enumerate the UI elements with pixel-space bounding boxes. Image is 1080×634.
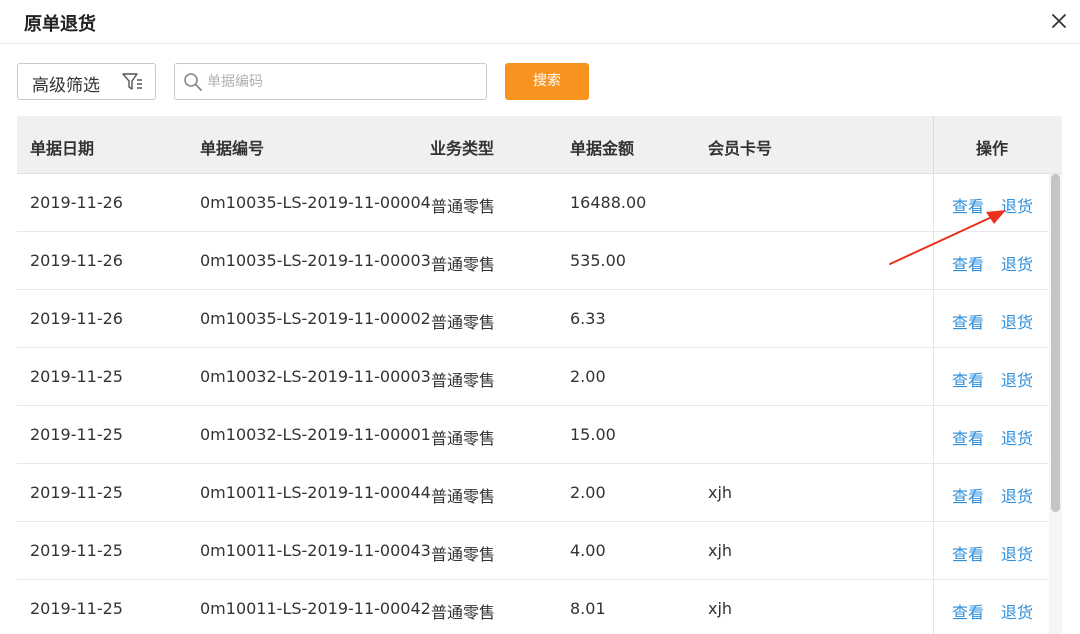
return-link[interactable]: 退货 xyxy=(1001,425,1033,449)
cell-amount: 15.00 xyxy=(570,425,616,444)
cell-number: 0m10032-LS-2019-11-00003 xyxy=(200,367,431,386)
document-code-search-input[interactable] xyxy=(207,66,482,97)
table-header: 单据日期 单据编号 业务类型 单据金额 会员卡号 操作 xyxy=(17,116,1062,174)
view-link[interactable]: 查看 xyxy=(952,483,984,507)
actions-cell: 查看 退货 xyxy=(933,406,1049,464)
view-link[interactable]: 查看 xyxy=(952,599,984,623)
table-row: 2019-11-26 0m10035-LS-2019-11-00003 普通零售… xyxy=(17,232,1049,290)
cell-amount: 4.00 xyxy=(570,541,606,560)
scrollbar-thumb[interactable] xyxy=(1051,174,1060,512)
dialog-header: 原单退货 xyxy=(0,0,1080,44)
cell-type: 普通零售 xyxy=(431,255,496,274)
table-row: 2019-11-25 0m10011-LS-2019-11-00042 普通零售… xyxy=(17,580,1049,634)
header-date: 单据日期 xyxy=(30,139,95,158)
return-link[interactable]: 退货 xyxy=(1001,367,1033,391)
cell-date: 2019-11-25 xyxy=(30,425,123,444)
cell-member: xjh xyxy=(708,541,733,560)
cell-amount: 6.33 xyxy=(570,309,606,328)
cell-number: 0m10011-LS-2019-11-00042 xyxy=(200,599,431,618)
documents-table: 单据日期 单据编号 业务类型 单据金额 会员卡号 操作 2019-11-26 0… xyxy=(17,116,1062,634)
cell-amount: 2.00 xyxy=(570,483,606,502)
filter-icon xyxy=(122,73,142,90)
header-member: 会员卡号 xyxy=(708,139,773,158)
return-link[interactable]: 退货 xyxy=(1001,483,1033,507)
table-scrollbar[interactable] xyxy=(1049,174,1062,634)
cell-number: 0m10011-LS-2019-11-00044 xyxy=(200,483,431,502)
view-link[interactable]: 查看 xyxy=(952,367,984,391)
return-link[interactable]: 退货 xyxy=(1001,309,1033,333)
dialog-title: 原单退货 xyxy=(24,14,96,35)
view-link[interactable]: 查看 xyxy=(952,309,984,333)
cell-type: 普通零售 xyxy=(431,429,496,448)
cell-date: 2019-11-26 xyxy=(30,309,123,328)
cell-amount: 535.00 xyxy=(570,251,626,270)
cell-amount: 2.00 xyxy=(570,367,606,386)
view-link[interactable]: 查看 xyxy=(952,425,984,449)
header-actions: 操作 xyxy=(976,139,1009,158)
cell-number: 0m10032-LS-2019-11-00001 xyxy=(200,425,431,444)
return-link[interactable]: 退货 xyxy=(1001,193,1033,217)
actions-cell: 查看 退货 xyxy=(933,348,1049,406)
header-number: 单据编号 xyxy=(200,139,265,158)
table-row: 2019-11-26 0m10035-LS-2019-11-00002 普通零售… xyxy=(17,290,1049,348)
close-icon xyxy=(1052,14,1066,28)
header-amount: 单据金额 xyxy=(570,139,635,158)
cell-date: 2019-11-25 xyxy=(30,483,123,502)
table-row: 2019-11-25 0m10032-LS-2019-11-00003 普通零售… xyxy=(17,348,1049,406)
actions-cell: 查看 退货 xyxy=(933,174,1049,232)
cell-type: 普通零售 xyxy=(431,487,496,506)
close-button[interactable] xyxy=(1049,11,1069,31)
view-link[interactable]: 查看 xyxy=(952,541,984,565)
cell-amount: 16488.00 xyxy=(570,193,647,212)
actions-cell: 查看 退货 xyxy=(933,580,1049,634)
search-button[interactable]: 搜索 xyxy=(505,63,589,100)
search-box xyxy=(174,63,487,100)
return-link[interactable]: 退货 xyxy=(1001,599,1033,623)
cell-amount: 8.01 xyxy=(570,599,606,618)
cell-date: 2019-11-25 xyxy=(30,541,123,560)
advanced-filter-button[interactable]: 高级筛选 xyxy=(17,63,156,100)
cell-date: 2019-11-26 xyxy=(30,251,123,270)
actions-cell: 查看 退货 xyxy=(933,232,1049,290)
cell-type: 普通零售 xyxy=(431,545,496,564)
table-row: 2019-11-25 0m10011-LS-2019-11-00043 普通零售… xyxy=(17,522,1049,580)
cell-type: 普通零售 xyxy=(431,603,496,622)
view-link[interactable]: 查看 xyxy=(952,251,984,275)
return-link[interactable]: 退货 xyxy=(1001,541,1033,565)
header-type: 业务类型 xyxy=(430,139,495,158)
cell-member: xjh xyxy=(708,483,733,502)
cell-type: 普通零售 xyxy=(431,371,496,390)
table-row: 2019-11-25 0m10011-LS-2019-11-00044 普通零售… xyxy=(17,464,1049,522)
table-row: 2019-11-25 0m10032-LS-2019-11-00001 普通零售… xyxy=(17,406,1049,464)
cell-type: 普通零售 xyxy=(431,197,496,216)
cell-date: 2019-11-26 xyxy=(30,193,123,212)
actions-cell: 查看 退货 xyxy=(933,290,1049,348)
cell-date: 2019-11-25 xyxy=(30,367,123,386)
cell-number: 0m10035-LS-2019-11-00003 xyxy=(200,251,431,270)
actions-cell: 查看 退货 xyxy=(933,522,1049,580)
search-icon xyxy=(184,73,202,91)
return-link[interactable]: 退货 xyxy=(1001,251,1033,275)
actions-cell: 查看 退货 xyxy=(933,464,1049,522)
cell-number: 0m10035-LS-2019-11-00002 xyxy=(200,309,431,328)
view-link[interactable]: 查看 xyxy=(952,193,984,217)
cell-member: xjh xyxy=(708,599,733,618)
cell-number: 0m10011-LS-2019-11-00043 xyxy=(200,541,431,560)
cell-number: 0m10035-LS-2019-11-00004 xyxy=(200,193,431,212)
header-actions-cell: 操作 xyxy=(933,116,1062,174)
table-row: 2019-11-26 0m10035-LS-2019-11-00004 普通零售… xyxy=(17,174,1049,232)
advanced-filter-label: 高级筛选 xyxy=(32,76,100,96)
cell-type: 普通零售 xyxy=(431,313,496,332)
cell-date: 2019-11-25 xyxy=(30,599,123,618)
